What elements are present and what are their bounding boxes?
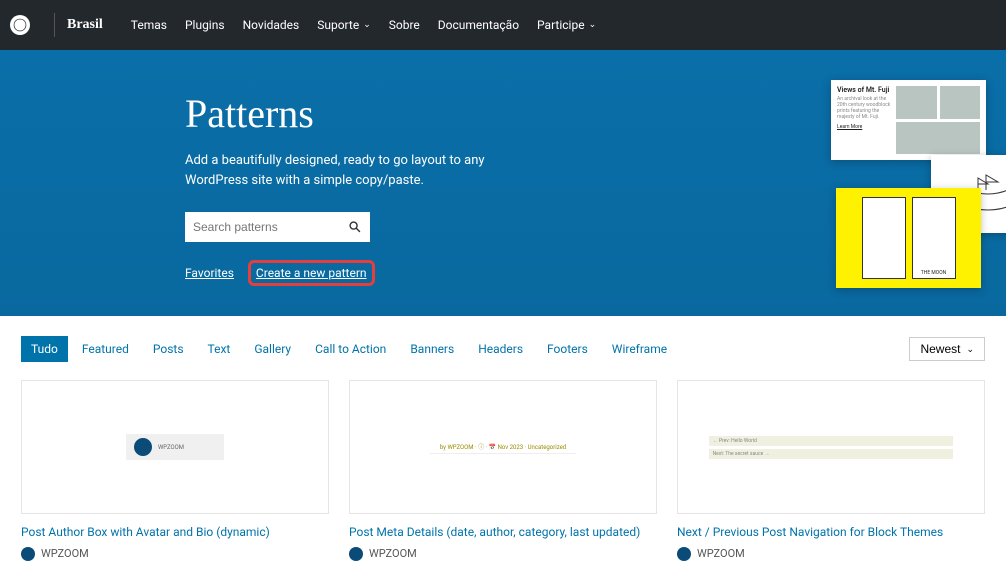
page-title: Patterns <box>185 90 821 137</box>
search-icon[interactable] <box>348 220 362 234</box>
pattern-card[interactable]: WPZOOM Post Author Box with Avatar and B… <box>21 380 329 561</box>
pattern-title: Next / Previous Post Navigation for Bloc… <box>677 524 985 541</box>
nav-novidades[interactable]: Novidades <box>243 18 300 32</box>
filter-bar: Tudo Featured Posts Text Gallery Call to… <box>21 316 985 372</box>
pattern-title: Post Author Box with Avatar and Bio (dyn… <box>21 524 329 541</box>
pattern-author: WPZOOM <box>697 547 745 560</box>
preview-fuji-desc: An archival look at the 20th century woo… <box>837 96 892 120</box>
tarot-card <box>862 197 906 279</box>
nav-sobre[interactable]: Sobre <box>389 18 420 32</box>
pattern-thumbnail: ← Prev: Hello World Next: The secret sau… <box>677 380 985 514</box>
tab-gallery[interactable]: Gallery <box>244 336 301 362</box>
nav-temas[interactable]: Temas <box>131 18 167 32</box>
separator <box>54 13 55 37</box>
chevron-down-icon: ⌄ <box>363 20 371 30</box>
tab-footers[interactable]: Footers <box>537 336 598 362</box>
favorites-link[interactable]: Favorites <box>185 266 234 280</box>
preview-card-tarot: THE MOON <box>836 188 981 288</box>
search-box[interactable] <box>185 212 370 242</box>
preview-card-fuji: Views of Mt. Fuji An archival look at th… <box>831 80 986 160</box>
top-nav: Brasil Temas Plugins Novidades Suporte⌄ … <box>0 0 1006 50</box>
locale-label[interactable]: Brasil <box>67 17 103 33</box>
preview-fuji-cta: Learn More <box>837 124 892 130</box>
sort-label: Newest <box>920 342 960 356</box>
tarot-card: THE MOON <box>912 197 956 279</box>
pattern-author: WPZOOM <box>369 547 417 560</box>
nav-suporte[interactable]: Suporte⌄ <box>317 18 371 32</box>
primary-nav: Temas Plugins Novidades Suporte⌄ Sobre D… <box>131 18 596 32</box>
tab-call-to-action[interactable]: Call to Action <box>305 336 396 362</box>
nav-participe[interactable]: Participe⌄ <box>537 18 596 32</box>
hero-section: Patterns Add a beautifully designed, rea… <box>0 50 1006 316</box>
wordpress-logo-icon[interactable] <box>10 15 30 35</box>
pattern-title: Post Meta Details (date, author, categor… <box>349 524 657 541</box>
tab-wireframe[interactable]: Wireframe <box>602 336 677 362</box>
search-input[interactable] <box>193 220 348 234</box>
create-pattern-highlight: Create a new pattern <box>248 260 375 286</box>
tab-text[interactable]: Text <box>198 336 241 362</box>
tab-featured[interactable]: Featured <box>72 336 139 362</box>
preview-fuji-title: Views of Mt. Fuji <box>837 86 892 94</box>
tab-posts[interactable]: Posts <box>143 336 194 362</box>
pattern-grid: WPZOOM Post Author Box with Avatar and B… <box>21 380 985 561</box>
tab-headers[interactable]: Headers <box>468 336 533 362</box>
pattern-card[interactable]: ← Prev: Hello World Next: The secret sau… <box>677 380 985 561</box>
tab-banners[interactable]: Banners <box>400 336 464 362</box>
pattern-card[interactable]: by WPZOOM · ⓘ · 📅 Nov 2023 · Uncategoriz… <box>349 380 657 561</box>
sort-dropdown[interactable]: Newest ⌄ <box>909 337 985 361</box>
nav-documentacao[interactable]: Documentação <box>438 18 519 32</box>
pattern-author: WPZOOM <box>41 547 89 560</box>
filter-tabs: Tudo Featured Posts Text Gallery Call to… <box>21 336 909 362</box>
page-subtitle: Add a beautifully designed, ready to go … <box>185 151 515 190</box>
pattern-preview-collage: Views of Mt. Fuji An archival look at th… <box>841 80 1006 310</box>
nav-plugins[interactable]: Plugins <box>185 18 225 32</box>
create-pattern-link[interactable]: Create a new pattern <box>256 266 367 280</box>
tab-tudo[interactable]: Tudo <box>21 336 68 362</box>
pattern-thumbnail: WPZOOM <box>21 380 329 514</box>
chevron-down-icon: ⌄ <box>966 344 974 355</box>
hero-links: Favorites Create a new pattern <box>185 260 821 286</box>
chevron-down-icon: ⌄ <box>589 20 597 30</box>
pattern-thumbnail: by WPZOOM · ⓘ · 📅 Nov 2023 · Uncategoriz… <box>349 380 657 514</box>
